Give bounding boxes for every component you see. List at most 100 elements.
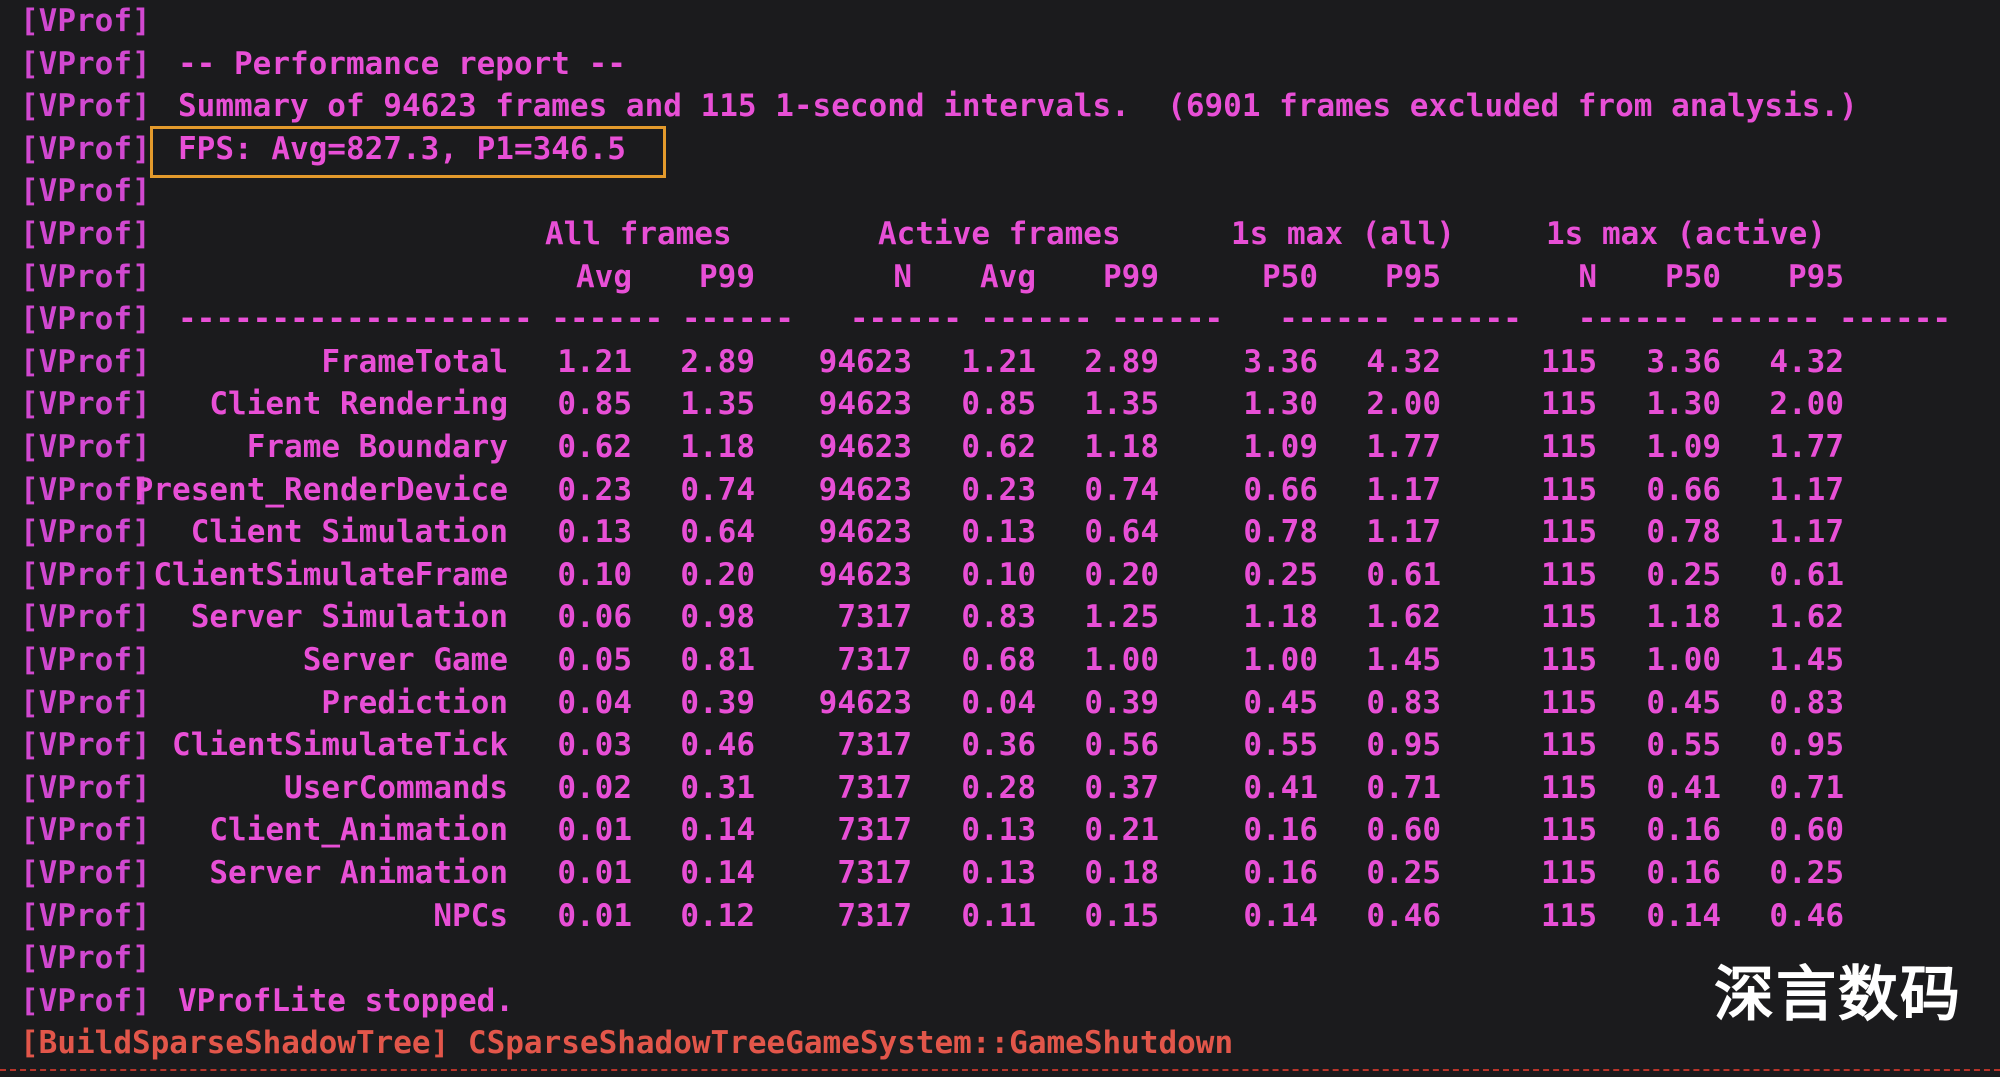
row-value: 0.31	[680, 769, 755, 806]
vprof-prefix: [VProf]	[20, 3, 151, 39]
row-value: 1.30	[1243, 386, 1318, 423]
row-value: 115	[1541, 471, 1597, 508]
row-value: 1.45	[1769, 642, 1844, 678]
row-value: 1.00	[1084, 642, 1159, 678]
vprof-prefix: [VProf]	[20, 556, 151, 593]
vprof-prefix: [VProf]	[20, 386, 151, 423]
row-value: 1.18	[1084, 429, 1159, 465]
row-value: 0.64	[1084, 514, 1159, 551]
row-value: 0.25	[1769, 855, 1844, 891]
column-header: P50	[1665, 258, 1721, 295]
row-value: 1.00	[1646, 642, 1721, 678]
row-value: 0.78	[1646, 514, 1721, 551]
row-value: 0.13	[961, 514, 1036, 551]
fps-summary-text: FPS: Avg=827.3, P1=346.5	[178, 130, 626, 167]
row-name: Prediction	[321, 684, 508, 721]
row-value: 94623	[818, 429, 912, 465]
row-value: 1.30	[1646, 386, 1721, 423]
row-value: 0.03	[557, 727, 632, 764]
row-value: 0.37	[1084, 769, 1159, 806]
row-value: 0.56	[1084, 727, 1159, 764]
row-name: Server Animation	[209, 855, 508, 891]
vprof-prefix: [VProf]	[20, 684, 151, 721]
row-value: 2.89	[1084, 343, 1159, 380]
row-value: 0.05	[557, 642, 632, 678]
row-value: 0.41	[1646, 769, 1721, 806]
row-value: 0.13	[961, 855, 1036, 891]
row-value: 0.39	[680, 684, 755, 721]
column-header: P99	[699, 258, 755, 295]
row-value: 115	[1541, 514, 1597, 551]
vprof-prefix: [VProf]	[20, 88, 151, 125]
row-name: Present_RenderDevice	[134, 471, 508, 508]
vprof-prefix: [VProf]	[20, 471, 151, 508]
row-value: 0.83	[1769, 684, 1844, 721]
row-value: 0.78	[1243, 514, 1318, 551]
vprof-prefix: [VProf]	[20, 301, 151, 338]
row-name: FrameTotal	[321, 343, 508, 380]
row-value: 0.62	[961, 429, 1036, 465]
row-value: 0.14	[1243, 897, 1318, 934]
row-value: 115	[1541, 897, 1597, 934]
row-value: 0.12	[680, 897, 755, 934]
vprof-prefix: [VProf]	[20, 940, 151, 977]
row-value: 0.83	[1366, 684, 1441, 721]
row-name: Client Rendering	[209, 386, 508, 423]
row-value: 94623	[818, 343, 912, 380]
row-value: 0.01	[557, 897, 632, 934]
row-value: 0.68	[961, 642, 1036, 678]
partial-next-line	[0, 1069, 2000, 1077]
row-value: 1.35	[680, 386, 755, 423]
row-value: 2.00	[1769, 386, 1844, 423]
row-value: 7317	[837, 599, 912, 636]
row-value: 7317	[837, 812, 912, 849]
group-header: Active frames	[878, 216, 1121, 252]
row-value: 0.66	[1243, 471, 1318, 508]
row-value: 1.09	[1243, 429, 1318, 465]
row-value: 7317	[837, 642, 912, 678]
row-value: 0.71	[1366, 769, 1441, 806]
group-header: 1s max (all)	[1231, 216, 1455, 252]
row-value: 0.20	[680, 556, 755, 593]
row-value: 7317	[837, 897, 912, 934]
row-value: 0.16	[1646, 812, 1721, 849]
row-value: 94623	[818, 556, 912, 593]
row-value: 0.25	[1243, 556, 1318, 593]
row-value: 94623	[818, 386, 912, 423]
row-value: 2.89	[680, 343, 755, 380]
row-value: 0.11	[961, 897, 1036, 934]
console-output[interactable]: 深言数码 [VProf] [VProf] -- Performance report…	[0, 0, 2000, 1077]
row-value: 0.55	[1646, 727, 1721, 764]
row-value: 0.55	[1243, 727, 1318, 764]
row-value: 1.09	[1646, 429, 1721, 465]
group-header: All frames	[545, 216, 732, 252]
row-value: 1.25	[1084, 599, 1159, 636]
row-value: 0.14	[680, 855, 755, 891]
row-value: 1.17	[1769, 514, 1844, 551]
vprof-prefix: [VProf]	[20, 45, 151, 82]
row-value: 0.21	[1084, 812, 1159, 849]
row-value: 115	[1541, 556, 1597, 593]
row-value: 0.04	[961, 684, 1036, 721]
row-value: 94623	[818, 514, 912, 551]
row-value: 0.61	[1366, 556, 1441, 593]
row-value: 0.85	[961, 386, 1036, 423]
row-value: 0.71	[1769, 769, 1844, 806]
row-value: 0.64	[680, 514, 755, 551]
row-value: 0.10	[961, 556, 1036, 593]
vprof-prefix: [VProf]	[20, 173, 151, 210]
column-header: P95	[1385, 258, 1441, 295]
row-value: 0.16	[1646, 855, 1721, 891]
row-value: 0.13	[961, 812, 1036, 849]
row-value: 1.62	[1366, 599, 1441, 636]
row-value: 94623	[818, 684, 912, 721]
row-value: 0.20	[1084, 556, 1159, 593]
column-header: N	[893, 258, 912, 295]
column-header: P50	[1262, 258, 1318, 295]
table-separator: ------------------- ------ ------ ------…	[178, 301, 1952, 338]
row-value: 115	[1541, 769, 1597, 806]
column-header: P99	[1103, 258, 1159, 295]
row-value: 1.18	[680, 429, 755, 465]
log-text: -- Performance report --	[178, 45, 626, 82]
row-name: Server Simulation	[190, 599, 508, 636]
